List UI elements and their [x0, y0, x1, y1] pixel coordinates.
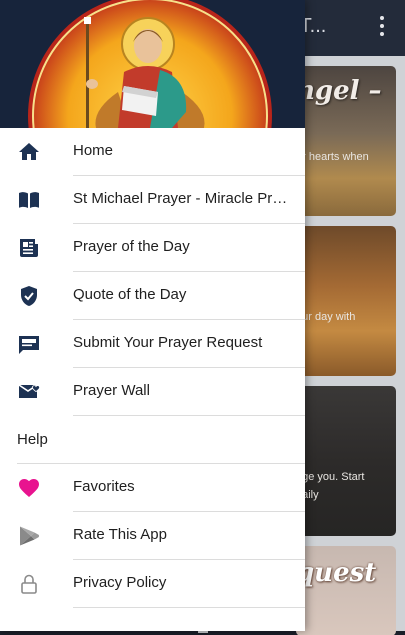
navigation-drawer: Home St Michael Prayer - Miracle Prayer … [0, 0, 305, 631]
drawer-item-quote-of-the-day[interactable]: Quote of the Day [0, 272, 305, 320]
prayer-card[interactable]: our day with [296, 226, 396, 376]
drawer-item-label: St Michael Prayer - Miracle Prayer [73, 190, 289, 207]
prayer-card[interactable]: ngel – ur hearts when [296, 66, 396, 216]
prayer-card[interactable]: age you. Start daily [296, 386, 396, 536]
drawer-item-label: Prayer of the Day [73, 238, 190, 255]
more-vert-icon[interactable] [374, 16, 390, 40]
message-box-icon [19, 336, 39, 354]
drawer-item-favorites[interactable]: Favorites [0, 464, 305, 512]
home-icon [19, 143, 39, 160]
drawer-item-label: Submit Your Prayer Request [73, 334, 263, 351]
drawer-item-label: Quote of the Day [73, 286, 187, 303]
drawer-item-label: Prayer Wall [73, 382, 150, 399]
drawer-item-label: Favorites [73, 478, 135, 495]
card-text-line: daily [296, 489, 319, 501]
drawer-item-prayer-wall[interactable]: Prayer Wall [0, 368, 305, 416]
drawer-item-privacy-policy[interactable]: Privacy Policy [0, 560, 305, 608]
drawer-item-home[interactable]: Home [0, 128, 305, 176]
drawer-header [0, 0, 305, 128]
st-michael-archangel-icon-image [28, 0, 272, 128]
card-heading: ngel – [296, 76, 382, 106]
prayer-card[interactable]: quest [296, 546, 396, 635]
divider [73, 607, 305, 608]
shield-check-icon [21, 286, 37, 306]
heart-icon [19, 479, 39, 497]
section-label: Help [17, 431, 48, 448]
drawer-item-submit-prayer-request[interactable]: Submit Your Prayer Request [0, 320, 305, 368]
card-heading: quest [296, 558, 377, 588]
drawer-item-st-michael-prayer[interactable]: St Michael Prayer - Miracle Prayer [0, 176, 305, 224]
card-text: ur hearts when [296, 151, 369, 163]
card-text-line: age you. Start [296, 471, 365, 483]
play-store-icon [20, 526, 40, 546]
lock-icon [21, 574, 37, 594]
drawer-item-prayer-of-the-day[interactable]: Prayer of the Day [0, 224, 305, 272]
drawer-item-rate-this-app[interactable]: Rate This App [0, 512, 305, 560]
bottom-handle [198, 631, 208, 633]
drawer-item-label: Privacy Policy [73, 574, 167, 591]
drawer-section-help: Help [0, 416, 305, 464]
drawer-item-label: Rate This App [73, 526, 167, 543]
book-icon [19, 192, 39, 208]
newspaper-icon [20, 239, 38, 257]
card-text: age you. Start daily [296, 468, 365, 504]
drawer-item-label: Home [73, 142, 114, 159]
drawer-menu: Home St Michael Prayer - Miracle Prayer … [0, 128, 305, 608]
email-heart-icon [18, 384, 41, 398]
